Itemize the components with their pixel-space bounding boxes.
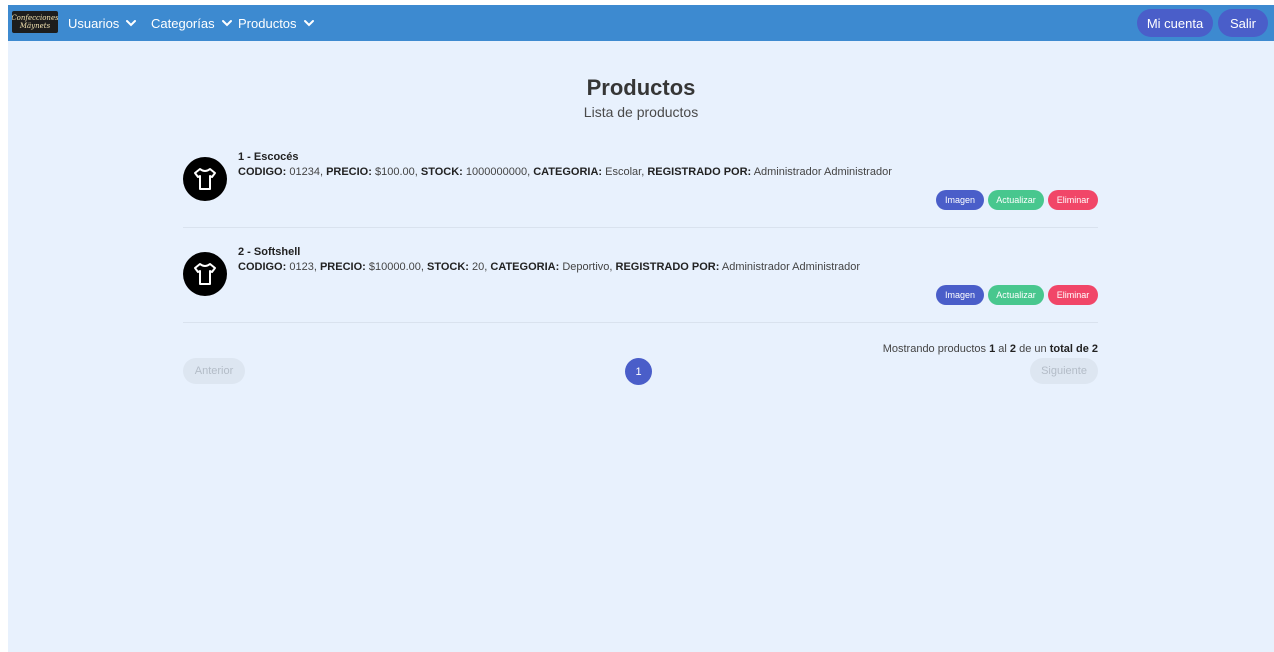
logo-line-1: Confecciones	[12, 14, 58, 22]
registrado-value: Administrador Administrador	[753, 166, 892, 178]
chevron-down-icon	[126, 20, 137, 27]
product-details: CODIGO: 0123, PRECIO: $10000.00, STOCK: …	[238, 261, 861, 273]
product-actions: Imagen Actualizar Eliminar	[936, 190, 1098, 210]
image-button[interactable]: Imagen	[936, 190, 984, 210]
previous-button[interactable]: Anterior	[183, 358, 245, 384]
page-subtitle: Lista de productos	[583, 104, 699, 120]
chevron-down-icon	[303, 20, 314, 27]
summary-prefix: Mostrando productos	[882, 343, 987, 355]
codigo-value: 01234	[289, 166, 320, 178]
stock-value: 1000000000	[465, 166, 528, 178]
next-button[interactable]: Siguiente	[1030, 358, 1098, 384]
product-item: 2 - Softshell CODIGO: 0123, PRECIO: $100…	[183, 246, 1098, 338]
summary-total: total de 2	[1049, 343, 1098, 355]
delete-button[interactable]: Eliminar	[1048, 285, 1098, 305]
pagination-summary: Mostrando productos 1 al 2 de un total d…	[883, 343, 1098, 355]
product-title: 2 - Softshell	[238, 246, 301, 258]
brand-logo[interactable]: Confecciones Mäynets	[12, 11, 58, 33]
tshirt-icon	[183, 252, 227, 296]
codigo-label: CODIGO:	[238, 166, 287, 178]
stock-label: STOCK:	[420, 166, 463, 178]
categoria-value: Escolar	[605, 166, 642, 178]
divider	[183, 322, 1098, 323]
tshirt-icon	[183, 157, 227, 201]
delete-button[interactable]: Eliminar	[1048, 190, 1098, 210]
summary-de-un: de un	[1019, 343, 1047, 355]
nav-categorias-label: Categorías	[151, 15, 215, 31]
divider	[183, 227, 1098, 228]
categoria-label: CATEGORIA:	[490, 261, 560, 273]
registrado-value: Administrador Administrador	[721, 261, 861, 273]
precio-label: PRECIO:	[319, 261, 366, 273]
product-item: 1 - Escocés CODIGO: 01234, PRECIO: $100.…	[183, 151, 1098, 243]
product-actions: Imagen Actualizar Eliminar	[936, 285, 1098, 305]
registrado-label: REGISTRADO POR:	[647, 166, 752, 178]
product-title: 1 - Escocés	[238, 151, 299, 163]
product-details: CODIGO: 01234, PRECIO: $100.00, STOCK: 1…	[238, 166, 892, 178]
logo-line-2: Mäynets	[19, 22, 51, 30]
update-button[interactable]: Actualizar	[988, 190, 1044, 210]
page-number-1[interactable]: 1	[625, 358, 652, 385]
registrado-label: REGISTRADO POR:	[615, 261, 720, 273]
stock-label: STOCK:	[426, 261, 469, 273]
logout-button[interactable]: Salir	[1218, 9, 1268, 37]
precio-value: $10000.00	[368, 261, 421, 273]
stock-value: 20	[472, 261, 485, 273]
image-button[interactable]: Imagen	[936, 285, 984, 305]
my-account-button[interactable]: Mi cuenta	[1137, 9, 1213, 37]
top-navbar: Confecciones Mäynets Usuarios Categorías…	[8, 5, 1274, 41]
nav-usuarios[interactable]: Usuarios	[68, 5, 137, 41]
categoria-value: Deportivo	[562, 261, 610, 273]
categoria-label: CATEGORIA:	[533, 166, 603, 178]
page-title: Productos	[586, 75, 696, 100]
summary-to: 2	[1009, 343, 1017, 355]
nav-productos-label: Productos	[238, 15, 297, 31]
codigo-label: CODIGO:	[238, 261, 287, 273]
precio-value: $100.00	[374, 166, 415, 178]
chevron-down-icon	[221, 20, 232, 27]
nav-usuarios-label: Usuarios	[68, 15, 120, 31]
nav-productos[interactable]: Productos	[238, 5, 315, 41]
summary-al: al	[998, 343, 1007, 355]
update-button[interactable]: Actualizar	[988, 285, 1044, 305]
codigo-value: 0123	[289, 261, 314, 273]
nav-categorias[interactable]: Categorías	[151, 5, 233, 41]
precio-label: PRECIO:	[326, 166, 372, 178]
summary-from: 1	[989, 343, 996, 355]
app-frame: Confecciones Mäynets Usuarios Categorías…	[8, 5, 1274, 652]
